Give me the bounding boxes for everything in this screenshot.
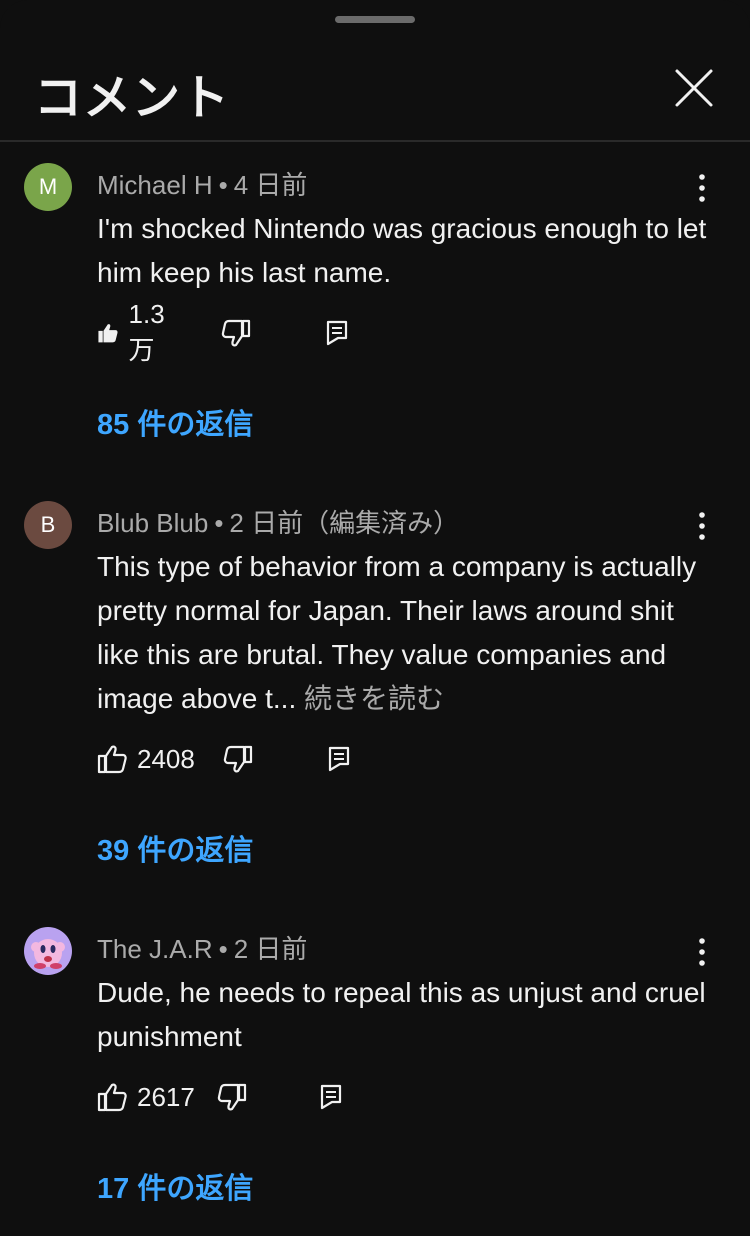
page-title: コメント: [34, 70, 231, 126]
comments-header: コメント: [0, 40, 750, 142]
comment-author[interactable]: Michael H: [97, 170, 213, 200]
comment-time: 2 日前（編集済み）: [229, 508, 460, 538]
comment-body: Dude, he needs to repeal this as unjust …: [97, 977, 706, 1052]
thumbs-up-icon: [97, 745, 127, 774]
like-count: 2617: [137, 1081, 195, 1112]
comment-text: I'm shocked Nintendo was gracious enough…: [97, 207, 707, 295]
view-replies-link[interactable]: 85 件の返信: [97, 401, 253, 443]
avatar-letter: B: [40, 512, 56, 537]
more-vertical-icon: [699, 174, 705, 202]
reply-button[interactable]: [319, 1077, 343, 1117]
comment-meta: Blub Blub • 2 日前（編集済み）: [97, 508, 460, 538]
thumbs-down-icon: [217, 1083, 247, 1111]
more-vertical-icon: [699, 512, 705, 540]
dislike-button[interactable]: [223, 739, 253, 779]
thumbs-up-icon: [97, 1083, 127, 1112]
comment-author[interactable]: Blub Blub: [97, 508, 208, 538]
like-button[interactable]: 2617: [97, 1077, 195, 1117]
reply-icon: [328, 746, 350, 772]
avatar-letter: M: [38, 174, 58, 199]
view-replies-link[interactable]: 17 件の返信: [97, 1165, 253, 1207]
comment-time: 2 日前: [233, 934, 308, 964]
reply-button[interactable]: [327, 739, 351, 779]
like-button[interactable]: 1.3万: [97, 299, 173, 365]
reply-icon: [326, 320, 348, 346]
like-count: 2408: [137, 743, 195, 774]
thumbs-down-icon: [221, 319, 251, 347]
avatar[interactable]: B: [24, 501, 72, 549]
comment-author[interactable]: The J.A.R: [97, 934, 213, 964]
comment-text: Dude, he needs to repeal this as unjust …: [97, 971, 707, 1059]
more-vertical-icon: [699, 938, 705, 966]
like-button[interactable]: 2408: [97, 739, 195, 779]
more-options-button[interactable]: [690, 511, 714, 541]
reply-button[interactable]: [325, 313, 349, 353]
dislike-button[interactable]: [221, 313, 251, 353]
comment-meta: Michael H • 4 日前: [97, 170, 308, 200]
avatar[interactable]: M: [24, 163, 72, 211]
thumbs-down-icon: [223, 745, 253, 773]
more-options-button[interactable]: [690, 173, 714, 203]
more-options-button[interactable]: [690, 937, 714, 967]
close-icon: [675, 69, 713, 107]
reply-icon: [320, 1084, 342, 1110]
comment-body: I'm shocked Nintendo was gracious enough…: [97, 213, 707, 288]
drag-handle[interactable]: [335, 16, 415, 23]
comment-text: This type of behavior from a company is …: [97, 545, 707, 721]
read-more-link[interactable]: 続きを読む: [304, 683, 444, 714]
avatar[interactable]: [24, 927, 72, 975]
dislike-button[interactable]: [217, 1077, 247, 1117]
view-replies-link[interactable]: 39 件の返信: [97, 827, 253, 869]
comment-time: 4 日前: [233, 170, 308, 200]
kirby-avatar-icon: [31, 939, 65, 969]
like-count: 1.3万: [128, 299, 165, 365]
close-button[interactable]: [670, 64, 718, 112]
comment-meta: The J.A.R • 2 日前: [97, 934, 308, 964]
thumbs-up-icon: [98, 324, 118, 343]
comments-sheet: コメント M Michael H • 4 日前 I'm shocked Ninten…: [0, 0, 750, 1236]
